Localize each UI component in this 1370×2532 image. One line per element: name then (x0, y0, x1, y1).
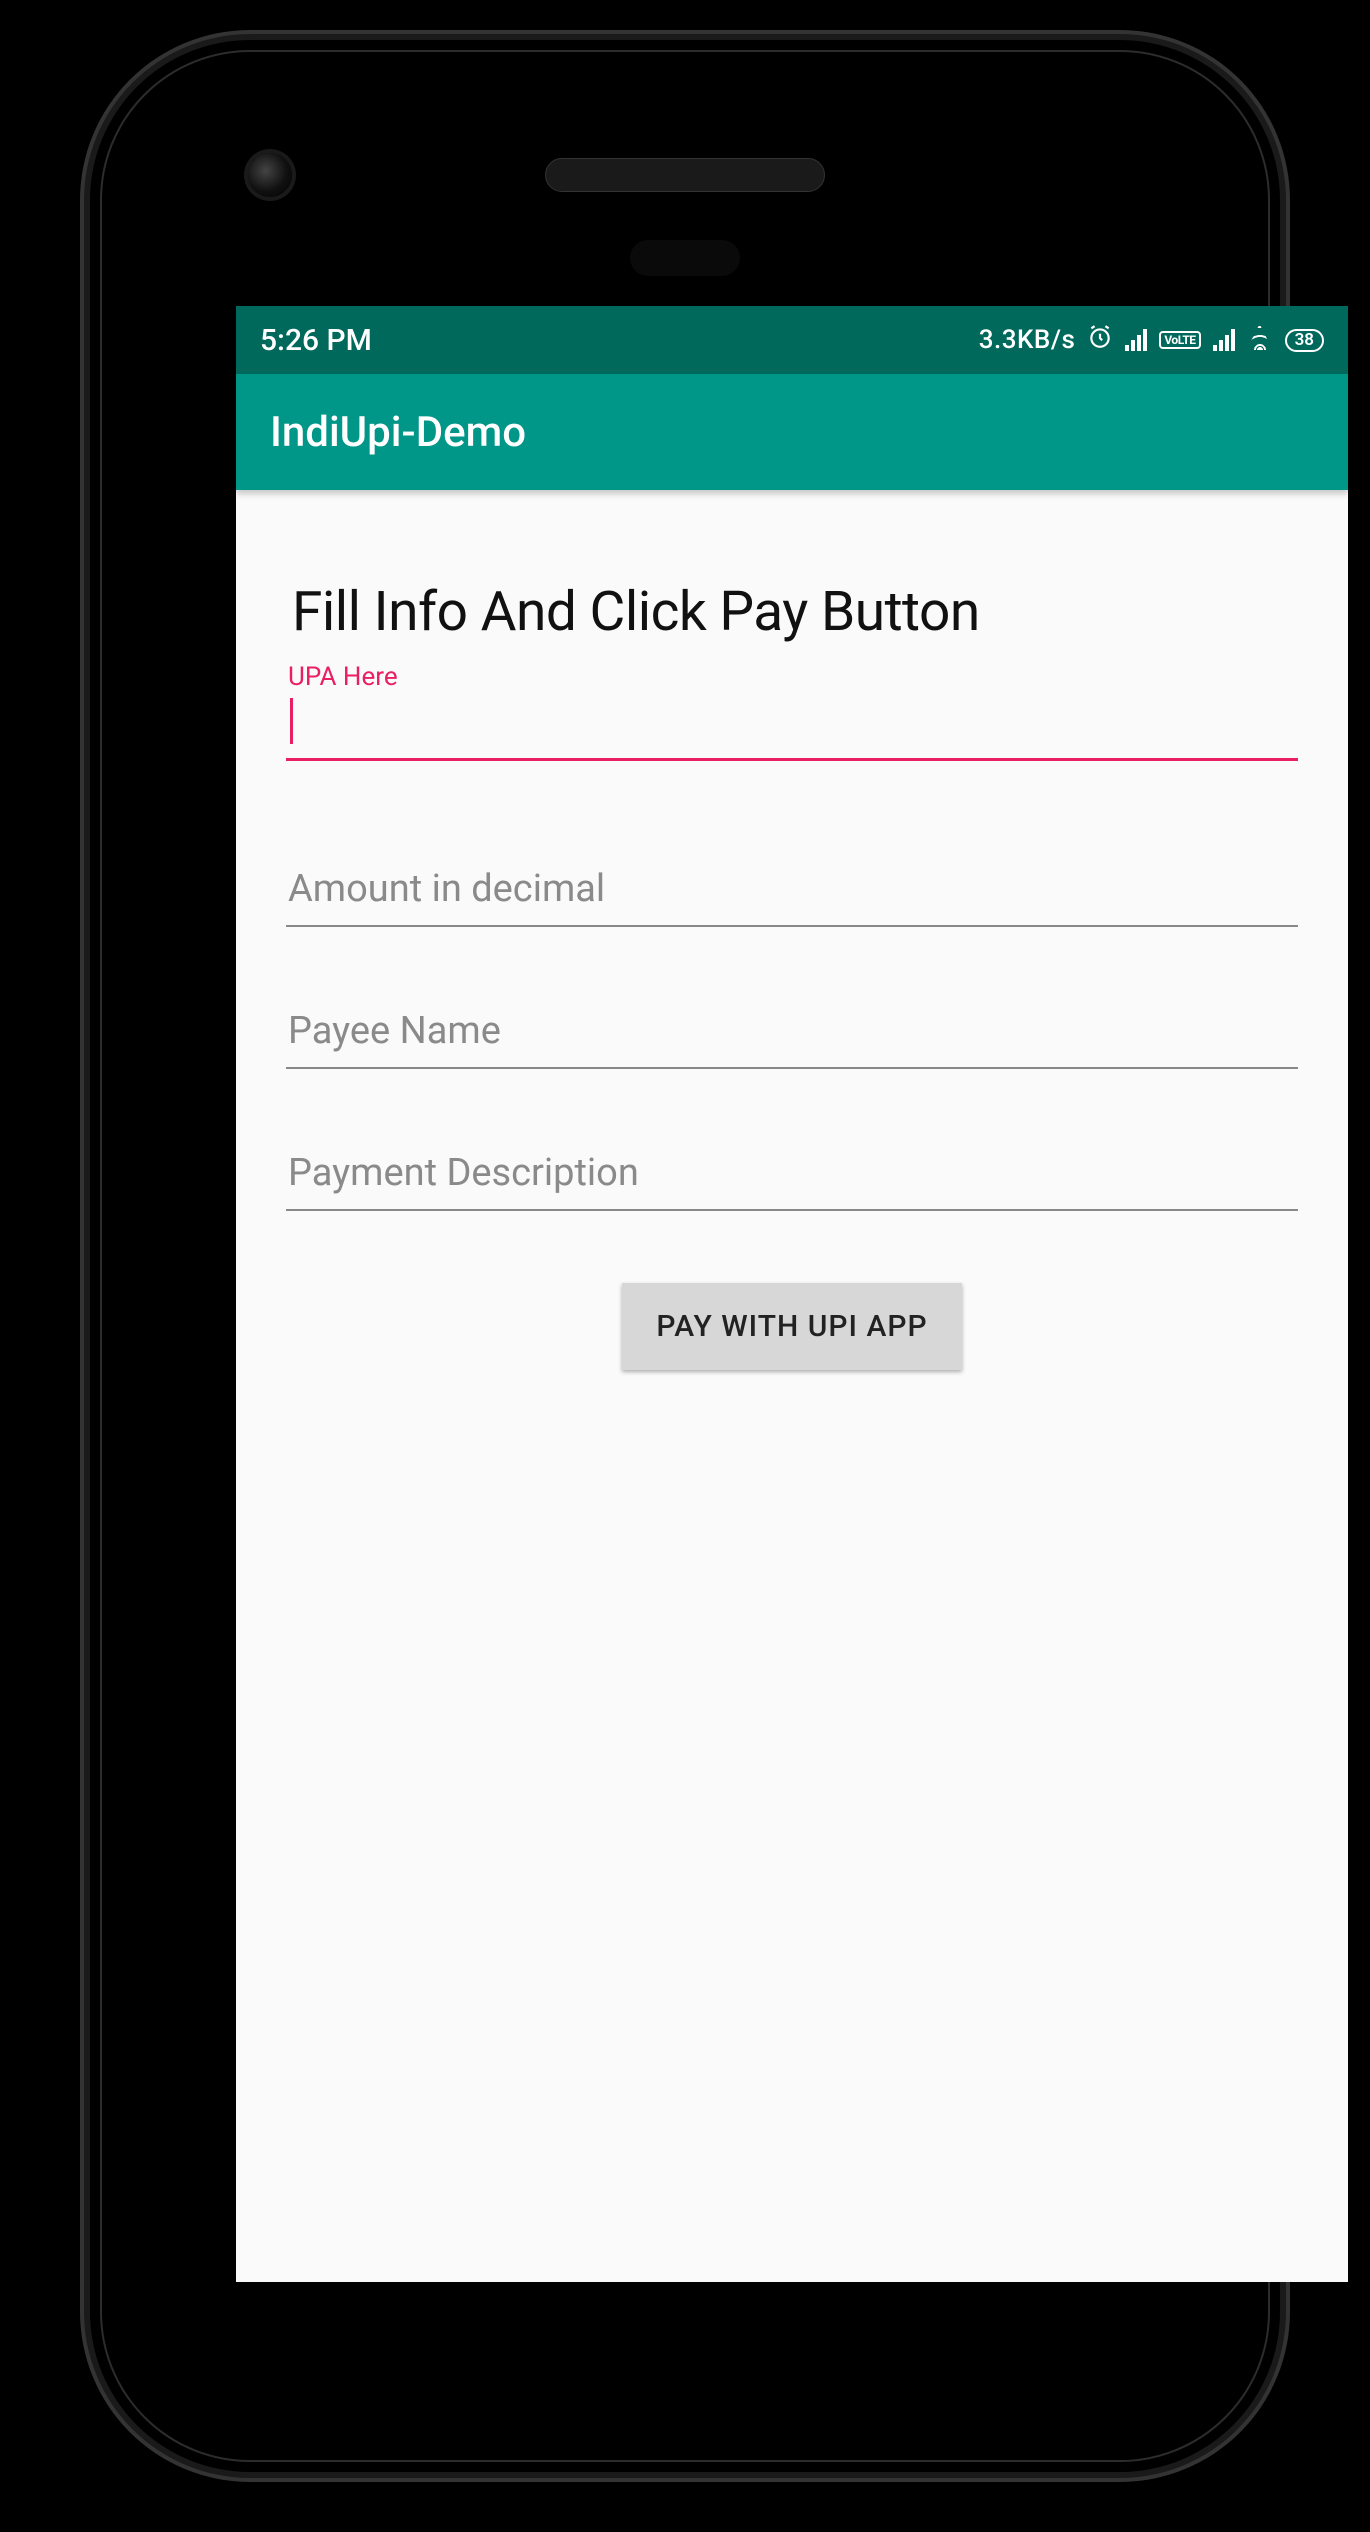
battery-icon: 38 (1285, 329, 1324, 352)
status-bar: 5:26 PM 3.3KB/s VoLTE (236, 306, 1348, 374)
payee-name-input[interactable] (286, 999, 1298, 1069)
payment-description-input[interactable] (286, 1141, 1298, 1211)
app-title: IndiUpi-Demo (270, 408, 526, 457)
upa-input[interactable] (286, 690, 1298, 761)
status-net-speed: 3.3KB/s (979, 325, 1076, 355)
phone-frame-inner: 5:26 PM 3.3KB/s VoLTE (108, 58, 1262, 2454)
amount-input[interactable] (286, 857, 1298, 927)
page-title: Fill Info And Click Pay Button (292, 580, 1298, 644)
amount-field-container (286, 857, 1298, 927)
phone-frame: 5:26 PM 3.3KB/s VoLTE (90, 40, 1280, 2472)
upa-label: UPA Here (288, 662, 398, 692)
upa-field-container: UPA Here (286, 690, 1298, 761)
volte-icon: VoLTE (1159, 331, 1200, 349)
status-time: 5:26 PM (260, 323, 372, 358)
signal-bars-icon-2 (1213, 329, 1235, 351)
earpiece (545, 158, 825, 192)
front-camera (248, 153, 292, 197)
alarm-icon (1087, 324, 1113, 357)
screen: 5:26 PM 3.3KB/s VoLTE (236, 306, 1348, 2282)
description-field-container (286, 1141, 1298, 1211)
app-bar: IndiUpi-Demo (236, 374, 1348, 490)
text-cursor (290, 698, 293, 744)
pay-button[interactable]: PAY WITH UPI APP (622, 1283, 961, 1370)
content-area: Fill Info And Click Pay Button UPA Here … (236, 490, 1348, 1370)
payee-field-container (286, 999, 1298, 1069)
signal-bars-icon (1125, 329, 1147, 351)
wifi-icon (1247, 330, 1273, 350)
sensor-pill (630, 240, 740, 276)
